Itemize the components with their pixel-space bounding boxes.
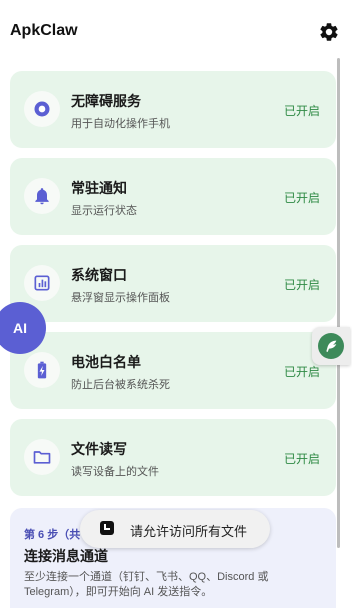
- permission-card-accessibility[interactable]: 无障碍服务 用于自动化操作手机 已开启: [10, 71, 336, 148]
- permission-card-file-access[interactable]: 文件读写 读写设备上的文件 已开启: [10, 419, 336, 496]
- app-title: ApkClaw: [10, 22, 78, 39]
- permission-desc: 防止后台被系统杀死: [71, 379, 170, 391]
- folder-icon: [24, 439, 60, 475]
- step-label: 第 6 步（共: [24, 529, 81, 541]
- step-description: 至少连接一个通道（钉钉、飞书、QQ、Discord 或 Telegram），即可…: [24, 571, 269, 598]
- permission-status: 已开启: [283, 278, 320, 292]
- permission-desc: 读写设备上的文件: [71, 466, 159, 478]
- app-icon: [100, 521, 114, 535]
- permission-desc: 用于自动化操作手机: [71, 118, 170, 130]
- permission-desc: 显示运行状态: [71, 205, 137, 217]
- floating-panel-button[interactable]: [312, 327, 350, 365]
- permission-card-battery[interactable]: 电池白名单 防止后台被系统杀死 已开启: [10, 332, 336, 409]
- permission-title: 文件读写: [71, 441, 127, 457]
- permission-status: 已开启: [283, 452, 320, 466]
- accessibility-icon: [24, 91, 60, 127]
- permission-title: 系统窗口: [71, 267, 127, 283]
- gear-icon[interactable]: [318, 21, 340, 43]
- step-title: 连接消息通道: [24, 548, 108, 564]
- permission-desc: 悬浮窗显示操作面板: [71, 292, 170, 304]
- toast-message: 请允许访问所有文件: [80, 510, 270, 548]
- permission-title: 无障碍服务: [71, 93, 141, 109]
- permission-title: 电池白名单: [71, 354, 141, 370]
- toast-text: 请允许访问所有文件: [130, 524, 248, 539]
- battery-icon: [24, 352, 60, 388]
- feather-icon: [318, 333, 344, 359]
- permission-title: 常驻通知: [71, 180, 127, 196]
- permission-card-system-window[interactable]: 系统窗口 悬浮窗显示操作面板 已开启: [10, 245, 336, 322]
- permission-status: 已开启: [283, 365, 320, 379]
- chart-window-icon: [24, 265, 60, 301]
- scrollbar[interactable]: [337, 58, 340, 548]
- top-app-bar: ApkClaw: [0, 0, 352, 64]
- permission-status: 已开启: [283, 104, 320, 118]
- permission-card-notification[interactable]: 常驻通知 显示运行状态 已开启: [10, 158, 336, 235]
- ai-button-label: AI: [13, 320, 27, 336]
- bell-icon: [24, 178, 60, 214]
- permission-status: 已开启: [283, 191, 320, 205]
